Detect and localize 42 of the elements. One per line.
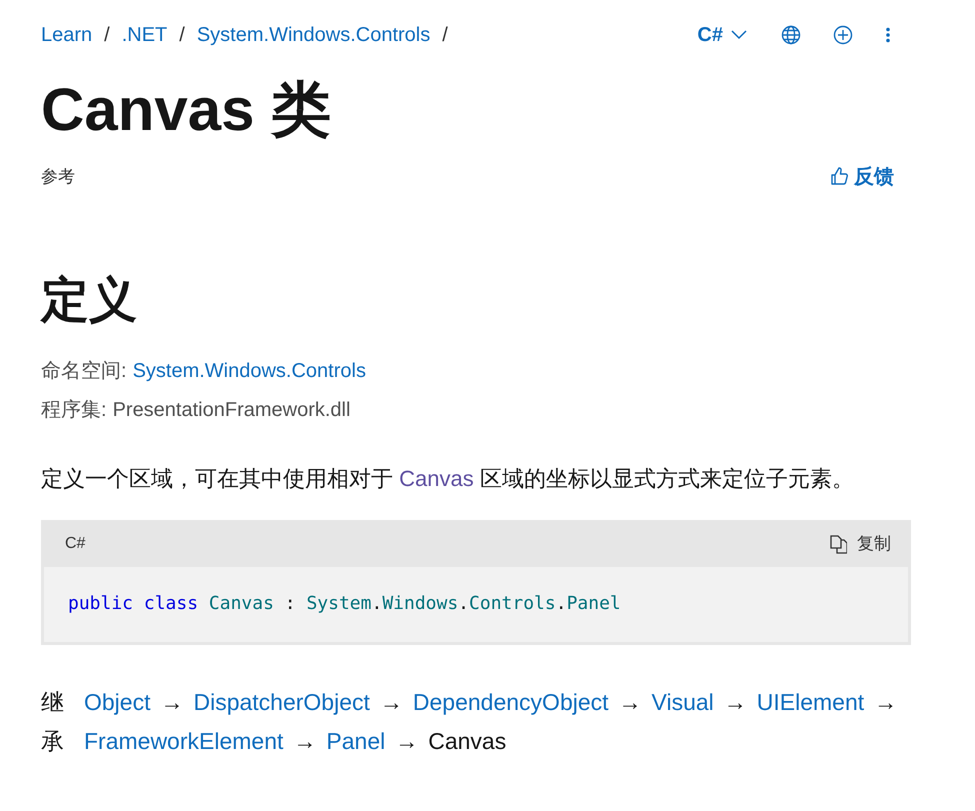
globe-icon[interactable] — [781, 25, 801, 45]
class-link[interactable]: Visual — [652, 683, 714, 722]
class-link[interactable]: FrameworkElement — [84, 722, 284, 761]
breadcrumb-link[interactable]: System.Windows.Controls — [196, 24, 430, 46]
meta-value: PresentationFramework.dll — [112, 398, 350, 423]
feedback-button[interactable]: 反馈 — [830, 162, 894, 190]
section-heading: 定义 — [41, 271, 138, 330]
copy-icon — [829, 534, 847, 554]
code-line: public class Canvas : System.Windows.Controls.Panel — [68, 593, 621, 614]
arrow-separator: → — [395, 727, 418, 756]
thumbs-up-icon — [830, 166, 848, 186]
breadcrumb-link[interactable]: Learn — [41, 24, 92, 46]
arrow-separator: → — [618, 688, 642, 717]
canvas-link[interactable]: Canvas — [399, 466, 474, 491]
arrow-separator: → — [160, 688, 184, 717]
arrow-separator: → — [380, 688, 403, 717]
class-link[interactable]: Panel — [326, 722, 386, 761]
meta-label: 命名空间: — [41, 359, 127, 384]
more-icon[interactable] — [885, 27, 891, 43]
class-link[interactable]: Object — [84, 683, 150, 722]
current-class: Canvas — [428, 727, 506, 756]
add-icon[interactable] — [833, 25, 853, 45]
breadcrumb-separator: / — [442, 24, 448, 46]
arrow-separator: → — [293, 727, 316, 756]
breadcrumb-separator: / — [179, 24, 185, 46]
class-link[interactable]: UIElement — [756, 683, 864, 722]
description-text: 定义一个区域，可在其中使用相对于 Canvas 区域的坐标以显式方式来定位子元素。 — [41, 465, 855, 493]
chevron-down-icon — [731, 30, 747, 40]
code-language: C# — [65, 534, 86, 552]
namespace-link[interactable]: System.Windows.Controls — [132, 352, 366, 391]
copy-button[interactable]: 复制 — [829, 532, 891, 555]
class-link[interactable]: DependencyObject — [412, 683, 609, 722]
arrow-separator: → — [874, 688, 898, 717]
language-selector[interactable]: C# — [697, 24, 747, 46]
page-title: Canvas 类 — [41, 75, 332, 145]
breadcrumb-separator: / — [104, 24, 110, 46]
arrow-separator: → — [724, 688, 747, 717]
class-link[interactable]: DispatcherObject — [193, 683, 370, 722]
inheritance-label: 继承 — [41, 688, 64, 756]
meta-label: 程序集: — [41, 398, 107, 423]
breadcrumb-link[interactable]: .NET — [122, 24, 168, 46]
page-subtitle: 参考 — [41, 166, 75, 188]
